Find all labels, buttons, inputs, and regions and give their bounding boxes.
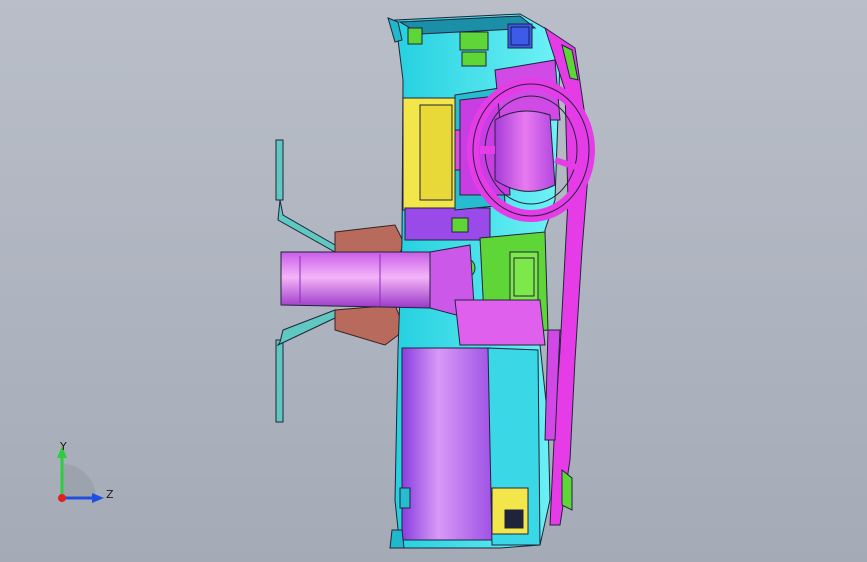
z-axis-label: Z [106, 488, 114, 501]
y-axis-label: Y [60, 440, 67, 453]
lower-panel[interactable] [399, 347, 541, 546]
z-arrowhead-icon [92, 493, 104, 503]
axis-triad: Y Z [50, 440, 120, 510]
3d-viewport[interactable]: Y Z [0, 0, 867, 562]
x-axis-dot [58, 494, 66, 502]
cad-model[interactable] [0, 0, 867, 562]
triad-plane [62, 464, 96, 498]
